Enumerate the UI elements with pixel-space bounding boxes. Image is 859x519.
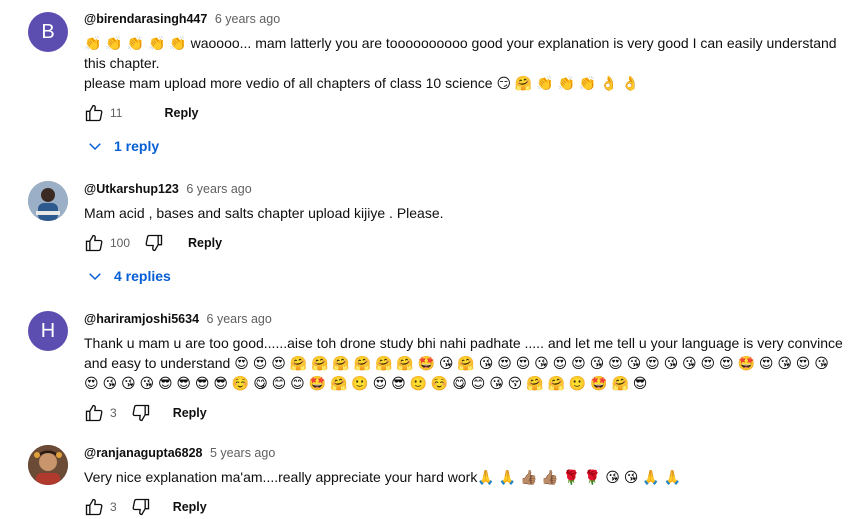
reply-button[interactable]: Reply	[173, 406, 207, 420]
comment-text: 👏 👏 👏 👏 👏 waoooo... mam latterly you are…	[84, 35, 837, 91]
reply-button[interactable]: Reply	[188, 236, 222, 250]
like-count: 3	[110, 500, 117, 514]
like-count: 11	[110, 106, 123, 120]
comment-author[interactable]: @birendarasingh447	[84, 12, 207, 26]
comment-author[interactable]: @Utkarshup123	[84, 182, 179, 196]
comment-time[interactable]: 5 years ago	[210, 446, 275, 460]
dislike-icon[interactable]	[131, 497, 151, 517]
avatar-letter: B	[41, 20, 55, 43]
comment-text: Thank u mam u are too good......aise toh…	[84, 335, 847, 391]
chevron-down-icon	[86, 267, 104, 285]
replies-count: 4 replies	[114, 268, 171, 284]
like-count: 100	[110, 236, 131, 250]
like-icon[interactable]	[84, 497, 104, 517]
view-replies-button[interactable]: 1 reply	[86, 134, 159, 158]
comment-author[interactable]: @ranjanagupta6828	[84, 446, 202, 460]
chevron-down-icon	[86, 137, 104, 155]
like-icon[interactable]	[84, 403, 104, 423]
comment-text: Very nice explanation ma'am....really ap…	[84, 469, 681, 485]
avatar[interactable]: H	[28, 311, 68, 351]
replies-count: 1 reply	[114, 138, 160, 154]
avatar[interactable]	[28, 181, 68, 221]
like-icon[interactable]	[84, 103, 104, 123]
user-photo-icon	[28, 445, 68, 485]
like-count: 3	[110, 406, 117, 420]
comment-author[interactable]: @hariramjoshi5634	[84, 312, 199, 326]
dislike-icon[interactable]	[131, 403, 151, 423]
comment-time[interactable]: 6 years ago	[215, 12, 280, 26]
reply-button[interactable]: Reply	[173, 500, 207, 514]
user-photo-icon	[28, 181, 68, 221]
avatar[interactable]: B	[28, 12, 68, 52]
comment-time[interactable]: 6 years ago	[207, 312, 272, 326]
view-replies-button[interactable]: 4 replies	[86, 264, 171, 288]
comment-text: Mam acid , bases and salts chapter uploa…	[84, 205, 444, 221]
dislike-icon[interactable]	[144, 233, 164, 253]
avatar-letter: H	[40, 319, 56, 342]
comment-time[interactable]: 6 years ago	[186, 182, 251, 196]
avatar[interactable]	[28, 445, 68, 485]
like-icon[interactable]	[84, 233, 104, 253]
reply-button[interactable]: Reply	[164, 106, 198, 120]
